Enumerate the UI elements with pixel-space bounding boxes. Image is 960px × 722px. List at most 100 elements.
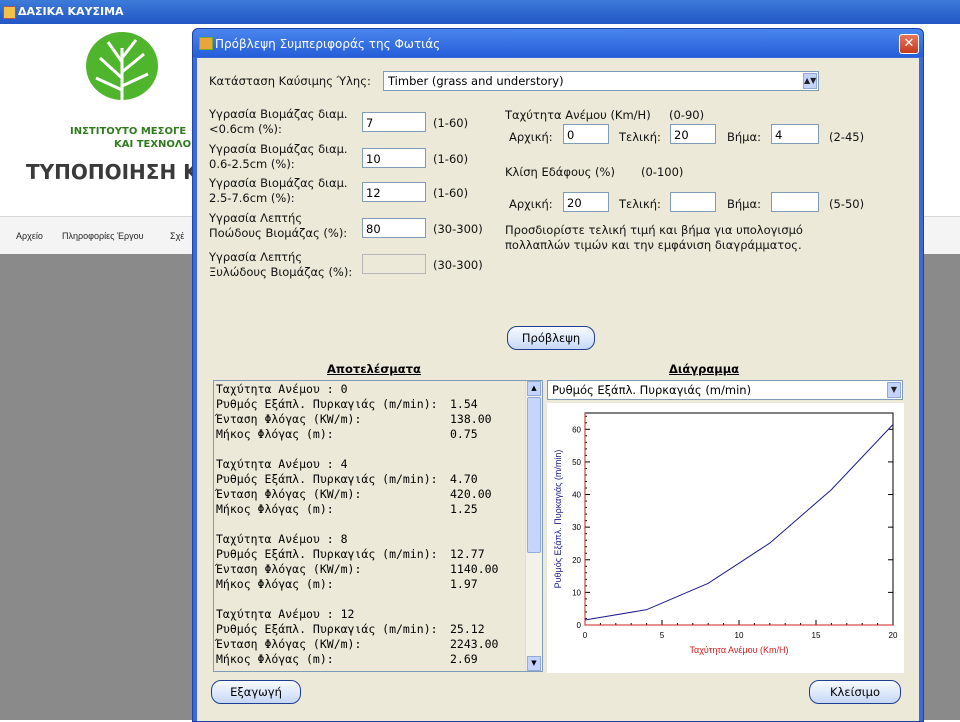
- line-chart: 0 5 10 15 20 0 10 20 30 40 50 60 Ταχύτητα Ανέμου (Km…: [553, 412, 898, 655]
- result-length-value: 1.25: [450, 502, 478, 516]
- result-wind: Ταχύτητα Ανέμου : 8: [216, 532, 348, 546]
- result-intensity-label: Ένταση Φλόγας (KW/m):: [216, 487, 362, 501]
- moisture-label-3a: Υγρασία Βιομάζας διαμ.: [209, 176, 348, 190]
- y-axis-label: Ρυθμός Εξάπλ. Πυρκαγιάς (m/min): [553, 450, 563, 589]
- close-button[interactable]: Κλείσιμο: [809, 680, 901, 704]
- moisture-range-1: (1-60): [433, 116, 469, 130]
- moisture-label-2b: 0.6-2.5cm (%):: [209, 157, 295, 171]
- result-length-value: 2.69: [450, 652, 478, 666]
- result-intensity-value: 2243.00: [450, 637, 499, 651]
- chevron-up-down-icon[interactable]: ▲▼: [803, 73, 817, 89]
- moisture-range-4: (30-300): [433, 222, 483, 236]
- result-intensity-value: 420.00: [450, 487, 492, 501]
- result-rate-value: 4.70: [450, 472, 478, 486]
- x-tick-label: 5: [660, 631, 665, 640]
- moisture-input-1[interactable]: 7: [362, 112, 426, 132]
- result-intensity-label: Ένταση Φλόγας (KW/m):: [216, 637, 362, 651]
- moisture-label-4a: Υγρασία Λεπτής: [209, 211, 303, 225]
- y-tick-label: 0: [577, 621, 582, 630]
- close-icon[interactable]: ✕: [899, 34, 919, 54]
- results-title: Αποτελέσματα: [327, 362, 421, 376]
- result-intensity-value: 138.00: [450, 412, 492, 426]
- menu-item-file[interactable]: Αρχείο: [16, 231, 43, 241]
- results-list[interactable]: Ταχύτητα Ανέμου : 0 Ρυθμός Εξάπλ. Πυρκαγ…: [213, 380, 543, 672]
- x-tick-label: 0: [583, 631, 588, 640]
- wind-start-input[interactable]: 0: [563, 124, 609, 144]
- y-tick-label: 60: [572, 425, 581, 434]
- menu-item-diagrams[interactable]: Σχέ: [170, 231, 184, 241]
- fuel-label: Κατάσταση Καύσιμης Ύλης:: [209, 74, 371, 88]
- hint-line-1: Προσδιορίστε τελική τιμή και βήμα για υπ…: [505, 223, 803, 237]
- result-rate-label: Ρυθμός Εξάπλ. Πυρκαγιάς (m/min):: [216, 397, 438, 411]
- results-scrollbar[interactable]: ▲ ▼: [525, 381, 542, 671]
- chart-panel: 0 5 10 15 20 0 10 20 30 40 50 60 Ταχύτητα Ανέμου (Km…: [547, 403, 904, 673]
- result-rate-value: 1.54: [450, 397, 478, 411]
- result-rate-label: Ρυθμός Εξάπλ. Πυρκαγιάς (m/min):: [216, 547, 438, 561]
- result-intensity-label: Ένταση Φλόγας (KW/m):: [216, 412, 362, 426]
- result-intensity-label: Ένταση Φλόγας (KW/m):: [216, 562, 362, 576]
- slope-range: (0-100): [641, 165, 684, 179]
- moisture-input-5[interactable]: [362, 254, 426, 274]
- moisture-range-3: (1-60): [433, 186, 469, 200]
- result-wind: Ταχύτητα Ανέμου : 12: [216, 607, 355, 621]
- moisture-input-4[interactable]: 80: [362, 218, 426, 238]
- result-length-value: 0.75: [450, 427, 478, 441]
- slope-step-label: Βήμα:: [727, 197, 761, 211]
- y-tick-label: 20: [572, 556, 581, 565]
- y-tick-label: 50: [572, 458, 581, 467]
- y-tick-label: 30: [572, 523, 581, 532]
- result-rate-label: Ρυθμός Εξάπλ. Πυρκαγιάς (m/min):: [216, 472, 438, 486]
- fuel-select-value: Timber (grass and understory): [388, 74, 564, 88]
- slope-start-input[interactable]: 20: [563, 192, 609, 212]
- moisture-range-5: (30-300): [433, 258, 483, 272]
- result-length-label: Μήκος Φλόγας (m):: [216, 577, 334, 591]
- banner-title: ΤΥΠΟΠΟΙΗΣΗ Κ: [26, 160, 199, 184]
- dialog-title-bar: Πρόβλεψη Συμπεριφοράς της Φωτιάς ✕: [193, 29, 923, 57]
- chart-variable-select[interactable]: Ρυθμός Εξάπλ. Πυρκαγιάς (m/min) ▼: [547, 380, 903, 400]
- moisture-label-5a: Υγρασία Λεπτής: [209, 250, 303, 264]
- slope-end-label: Τελική:: [619, 197, 661, 211]
- chevron-down-icon[interactable]: ▼: [887, 382, 901, 398]
- chart-variable-value: Ρυθμός Εξάπλ. Πυρκαγιάς (m/min): [552, 383, 752, 397]
- wind-range: (0-90): [669, 108, 705, 122]
- dialog-icon: [199, 37, 213, 50]
- x-tick-label: 20: [889, 631, 898, 640]
- moisture-input-2[interactable]: 10: [362, 148, 426, 168]
- moisture-label-3b: 2.5-7.6cm (%):: [209, 191, 295, 205]
- wind-end-label: Τελική:: [619, 130, 661, 144]
- result-rate-value: 25.12: [450, 622, 485, 636]
- app-title-bar: ΔΑΣΙΚΑ ΚΑΥΣΙΜΑ: [0, 0, 960, 24]
- result-intensity-value: 1140.00: [450, 562, 499, 576]
- scroll-down-icon[interactable]: ▼: [527, 656, 541, 671]
- result-rate-value: 12.77: [450, 547, 485, 561]
- wind-end-input[interactable]: 20: [670, 124, 716, 144]
- fuel-select[interactable]: Timber (grass and understory) ▲▼: [383, 71, 819, 91]
- wind-step-label: Βήμα:: [727, 130, 761, 144]
- result-length-label: Μήκος Φλόγας (m):: [216, 502, 334, 516]
- tree-logo-icon: [86, 32, 158, 116]
- scroll-up-icon[interactable]: ▲: [527, 381, 541, 396]
- slope-step-range: (5-50): [829, 197, 865, 211]
- moisture-label-1b: <0.6cm (%):: [209, 122, 282, 136]
- org-name-line2: ΚΑΙ ΤΕΧΝΟΛΟ: [114, 139, 192, 150]
- slope-start-label: Αρχική:: [509, 197, 553, 211]
- slope-label: Κλίση Εδάφους (%): [505, 165, 615, 179]
- result-wind: Ταχύτητα Ανέμου : 0: [216, 382, 348, 396]
- predict-button[interactable]: Πρόβλεψη: [507, 326, 595, 350]
- scroll-thumb[interactable]: [527, 397, 541, 553]
- app-icon: [3, 6, 16, 19]
- wind-label: Ταχύτητα Ανέμου (Km/H): [505, 108, 651, 122]
- wind-step-input[interactable]: 4: [771, 124, 819, 144]
- moisture-input-3[interactable]: 12: [362, 182, 426, 202]
- menu-item-project-info[interactable]: Πληροφορίες Έργου: [62, 231, 144, 241]
- result-length-label: Μήκος Φλόγας (m):: [216, 427, 334, 441]
- org-name-line1: ΙΝΣΤΙΤΟΥΤΟ ΜΕΣΟΓΕ: [70, 126, 187, 137]
- moisture-range-2: (1-60): [433, 152, 469, 166]
- wind-start-label: Αρχική:: [509, 130, 553, 144]
- y-tick-label: 10: [572, 588, 581, 597]
- slope-step-input[interactable]: [771, 192, 819, 212]
- slope-end-input[interactable]: [670, 192, 716, 212]
- fire-prediction-dialog: Πρόβλεψη Συμπεριφοράς της Φωτιάς ✕ Κατάσ…: [192, 28, 924, 722]
- result-rate-label: Ρυθμός Εξάπλ. Πυρκαγιάς (m/min):: [216, 622, 438, 636]
- export-button[interactable]: Εξαγωγή: [211, 680, 301, 704]
